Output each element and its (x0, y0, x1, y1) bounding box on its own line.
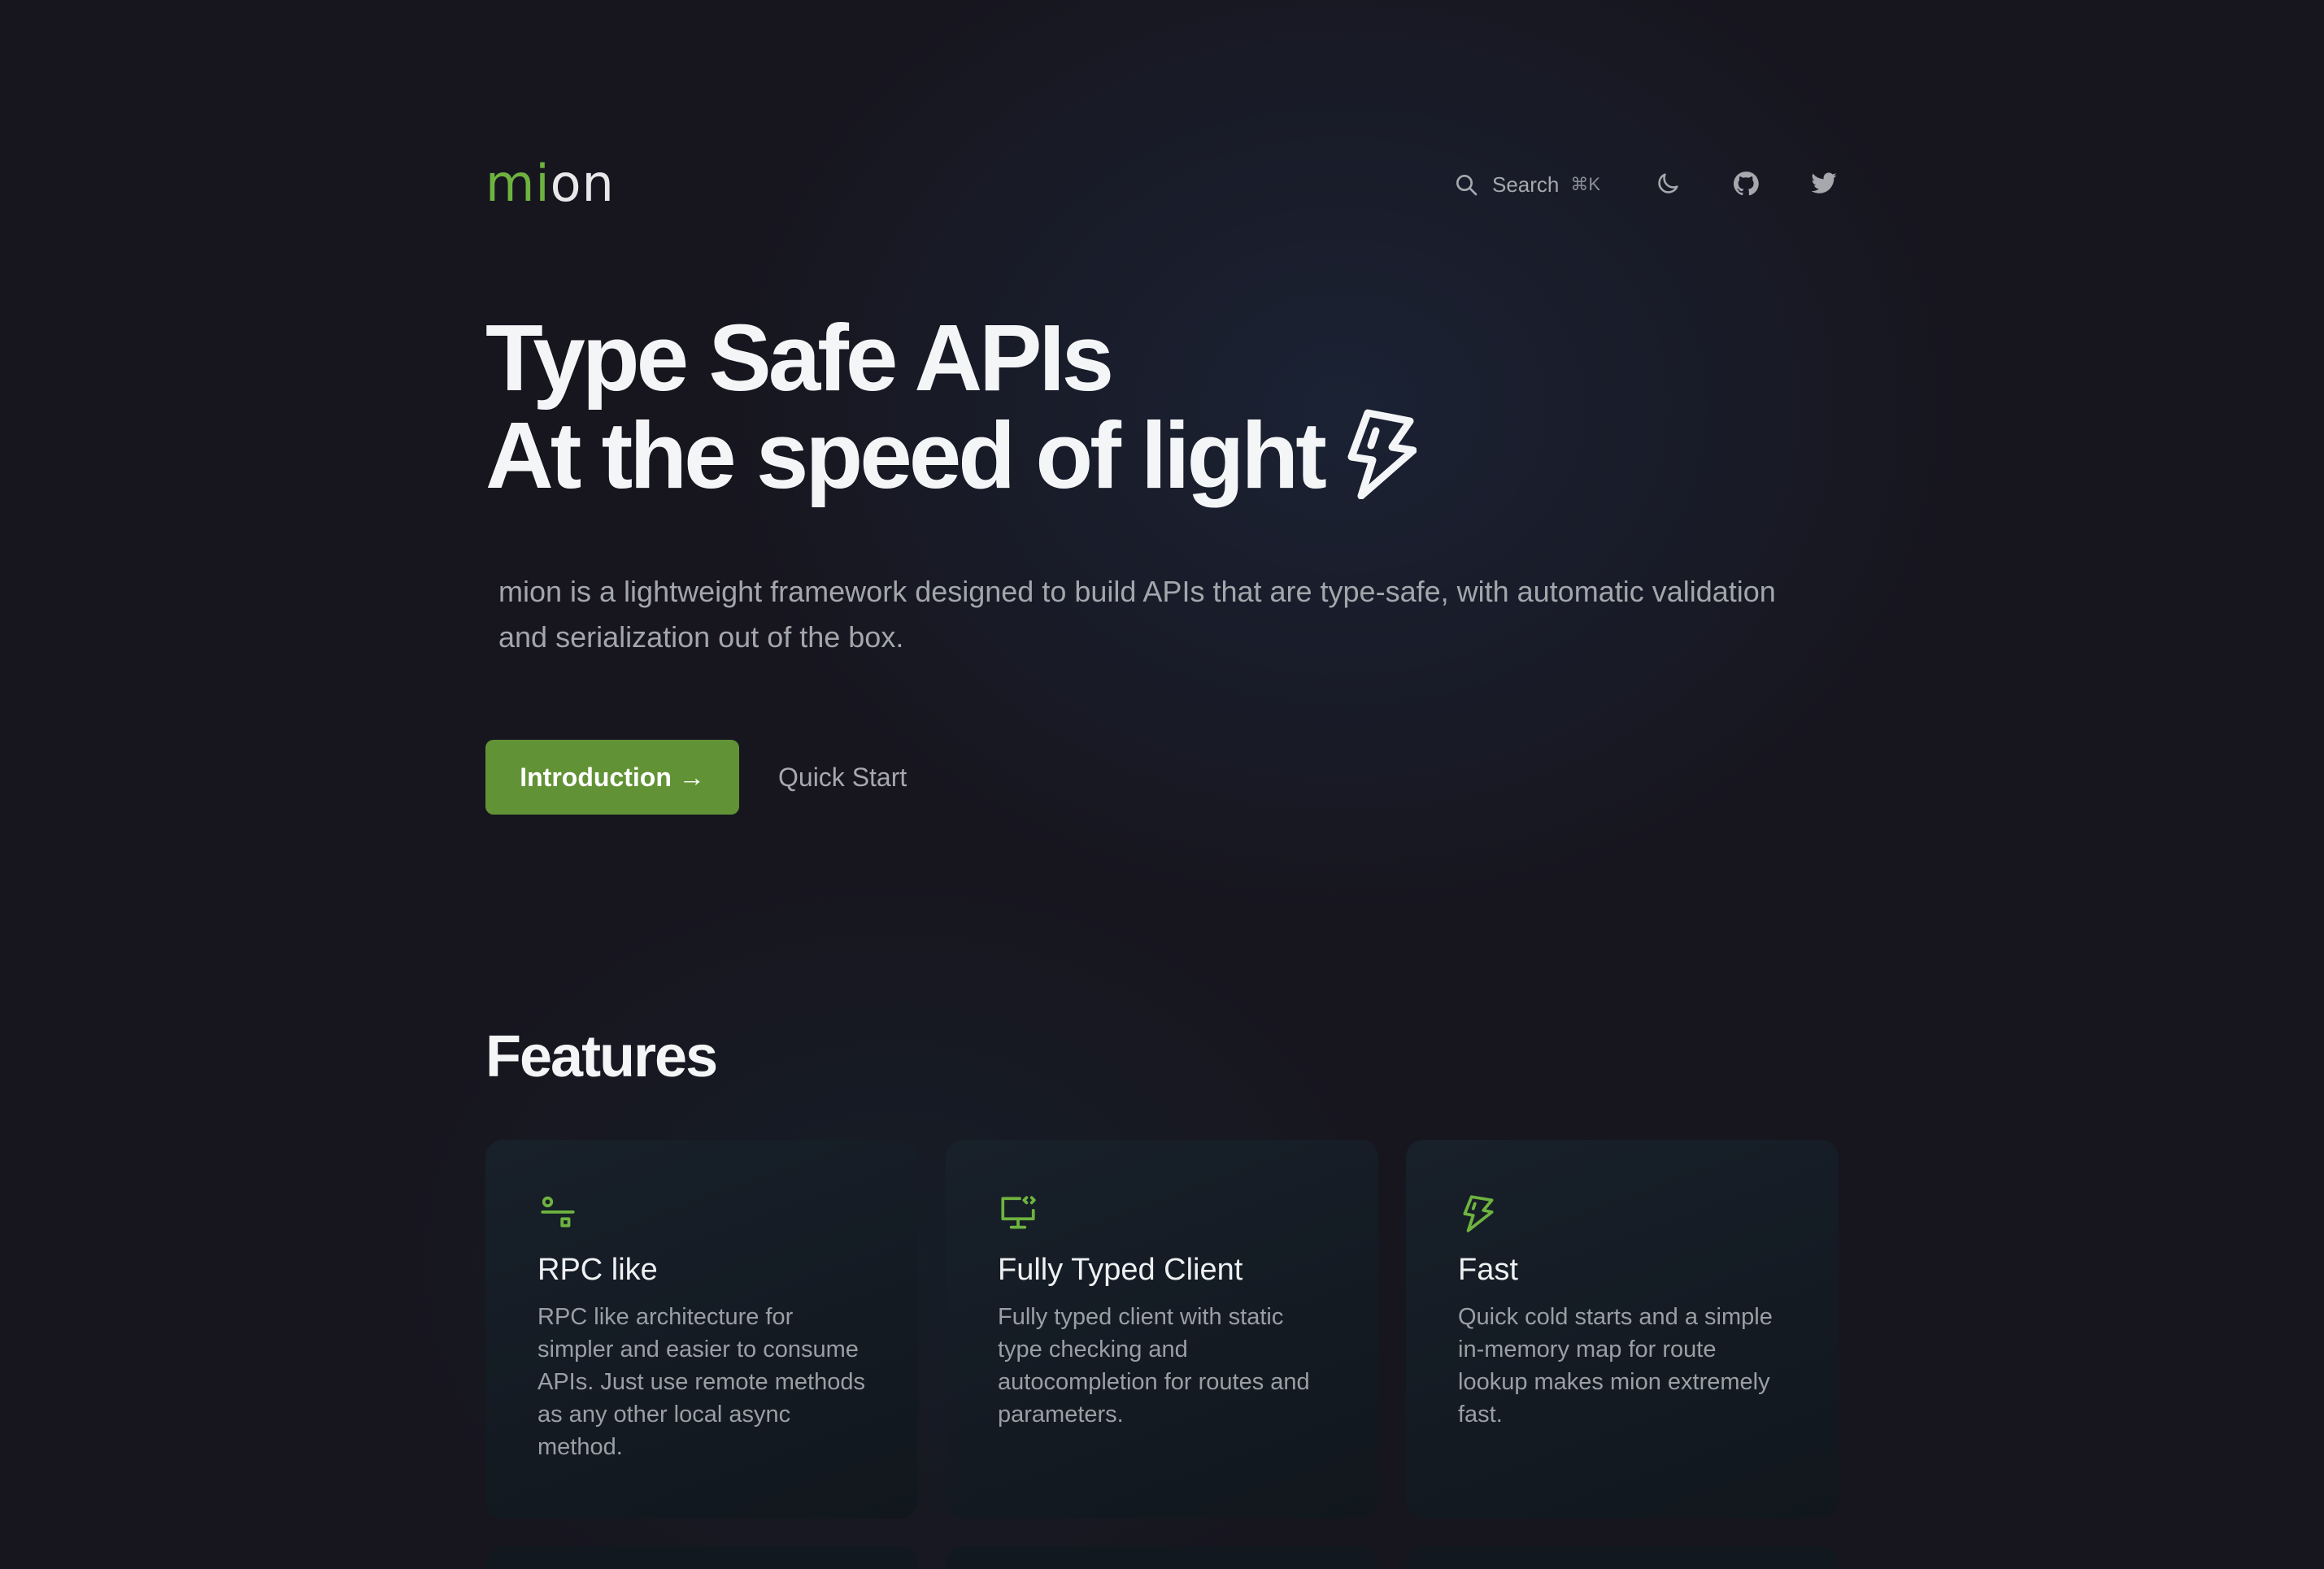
lightning-icon (1463, 1195, 1494, 1232)
quick-start-label: Quick Start (778, 762, 907, 792)
logo-prefix: mi (485, 154, 551, 213)
twitter-icon (1811, 172, 1837, 193)
github-link[interactable] (1730, 167, 1762, 200)
introduction-button-label: Introduction → (520, 762, 705, 792)
hero-title-line-2: At the speed of light (485, 402, 1327, 508)
theme-toggle-button[interactable] (1652, 167, 1684, 200)
feature-card-next (1406, 1546, 1839, 1569)
quick-start-link[interactable]: Quick Start (778, 740, 907, 815)
logo[interactable]: mion (485, 154, 615, 213)
search-label: Search (1492, 172, 1560, 197)
features-heading: Features (485, 1024, 718, 1089)
search-icon (1456, 175, 1478, 196)
hero-title-line-2-wrapper: At the speed of light (485, 406, 1705, 504)
github-icon (1733, 172, 1759, 196)
feature-description: Fully typed client with static type chec… (998, 1304, 1310, 1428)
search-button[interactable]: Search ⌘K (1453, 166, 1616, 203)
lightning-icon (1347, 409, 1417, 499)
header: mion Search ⌘K (485, 154, 1839, 213)
feature-description: RPC like architecture for simpler and ea… (537, 1304, 865, 1460)
page: mion Search ⌘K Type Safe APIs At the spe… (485, 0, 1839, 1569)
hero-description: mion is a lightweight framework designed… (498, 575, 1776, 654)
search-shortcut: ⌘K (1570, 174, 1601, 194)
monitor-code-icon (1001, 1196, 1036, 1229)
feature-card-typed-client: Fully Typed Client Fully typed client wi… (946, 1140, 1378, 1519)
feature-card-next (946, 1546, 1378, 1569)
hero-title-line-1: Type Safe APIs (485, 305, 1114, 411)
feature-title: RPC like (537, 1253, 658, 1287)
hero-title: Type Safe APIs At the speed of light (485, 309, 1705, 504)
feature-card-rpc: RPC like RPC like architecture for simpl… (485, 1140, 918, 1519)
feature-description: Quick cold starts and a simple in-memory… (1458, 1304, 1773, 1428)
routes-icon (541, 1196, 575, 1228)
moon-icon (1658, 173, 1678, 193)
feature-card-fast: Fast Quick cold starts and a simple in-m… (1406, 1140, 1839, 1519)
feature-card-next (485, 1546, 918, 1569)
feature-title: Fast (1458, 1253, 1518, 1287)
logo-suffix: on (550, 154, 615, 213)
feature-title: Fully Typed Client (998, 1253, 1243, 1287)
introduction-button[interactable]: Introduction → (485, 740, 739, 815)
twitter-link[interactable] (1808, 167, 1840, 200)
